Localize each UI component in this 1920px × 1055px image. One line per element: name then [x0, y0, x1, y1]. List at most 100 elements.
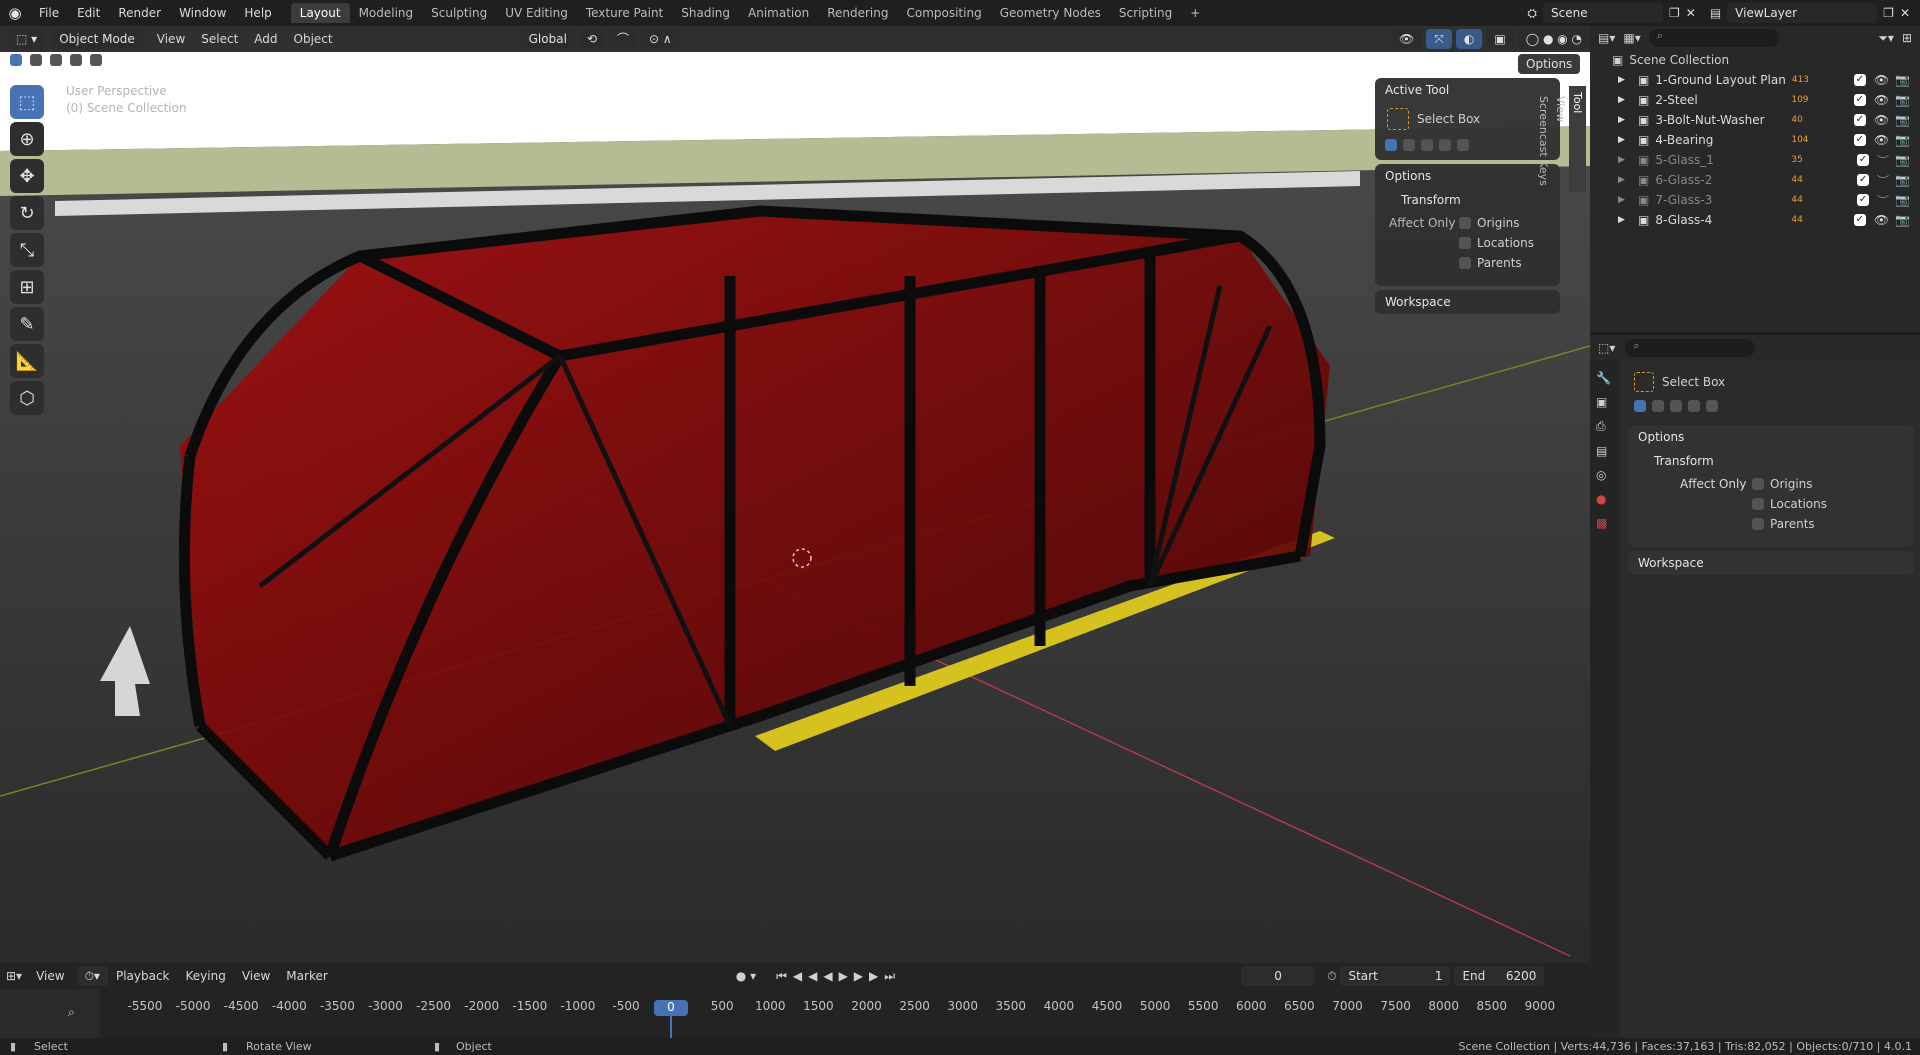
visibility-eye-icon[interactable]: ︶: [1877, 192, 1889, 209]
tab-rendering[interactable]: Rendering: [818, 3, 897, 23]
orientation-dropdown[interactable]: Global: [520, 29, 575, 49]
expand-arrow-icon[interactable]: ▶: [1618, 75, 1632, 85]
proportional-edit-icon[interactable]: ⊙ ∧: [640, 29, 680, 49]
scene-collection-row[interactable]: ▣ Scene Collection: [1590, 50, 1920, 70]
collection-name[interactable]: 1-Ground Layout Plan: [1655, 73, 1786, 87]
outliner-row[interactable]: ▶ ▣ 7-Glass-3 44 ✓ ︶ 📷: [1590, 190, 1920, 210]
menu-edit[interactable]: Edit: [68, 0, 109, 26]
scale-tool-icon[interactable]: ⤡: [10, 233, 44, 267]
tab-modeling[interactable]: Modeling: [350, 3, 423, 23]
render-camera-icon[interactable]: 📷: [1895, 73, 1910, 87]
props-mode-new-icon[interactable]: [1634, 400, 1646, 412]
collection-name[interactable]: 7-Glass-3: [1655, 193, 1785, 207]
render-tab-icon[interactable]: ▣: [1596, 395, 1614, 409]
props-locations-checkbox[interactable]: [1752, 498, 1764, 510]
npanel-tab-view[interactable]: View: [1552, 90, 1569, 192]
locations-checkbox[interactable]: [1459, 237, 1471, 249]
expand-arrow-icon[interactable]: ▶: [1618, 215, 1632, 225]
tab-geometry-nodes[interactable]: Geometry Nodes: [991, 3, 1110, 23]
tab-scripting[interactable]: Scripting: [1110, 3, 1181, 23]
exclude-checkbox[interactable]: ✓: [1853, 214, 1866, 226]
visibility-eye-icon[interactable]: 👁: [1874, 73, 1889, 87]
exclude-checkbox[interactable]: ✓: [1853, 74, 1866, 86]
pivot-icon[interactable]: ⟲: [578, 29, 605, 49]
gizmo-icon[interactable]: ⤧: [1426, 29, 1452, 49]
tab-animation[interactable]: Animation: [739, 3, 818, 23]
exclude-checkbox[interactable]: ✓: [1853, 114, 1866, 126]
output-tab-icon[interactable]: ⎙: [1596, 419, 1614, 434]
visibility-eye-icon[interactable]: 👁: [1874, 113, 1889, 127]
menu-help[interactable]: Help: [235, 0, 280, 26]
tab-shading[interactable]: Shading: [672, 3, 739, 23]
viewlayer-icon[interactable]: ▤: [1710, 6, 1721, 20]
render-camera-icon[interactable]: 📷: [1895, 153, 1910, 167]
view-layer-tab-icon[interactable]: ▤: [1596, 444, 1614, 458]
overlay-icon[interactable]: ◐: [1455, 29, 1483, 49]
expand-arrow-icon[interactable]: ▶: [1618, 115, 1632, 125]
props-mode-subtract-icon[interactable]: [1670, 400, 1682, 412]
exclude-checkbox[interactable]: ✓: [1853, 94, 1866, 106]
render-camera-icon[interactable]: 📷: [1895, 93, 1910, 107]
visibility-eye-icon[interactable]: 👁: [1874, 133, 1889, 147]
playhead-frame[interactable]: 0: [654, 1000, 688, 1016]
outliner-row[interactable]: ▶ ▣ 4-Bearing 104 ✓ 👁 📷: [1590, 130, 1920, 150]
display-mode-icon[interactable]: ▦▾: [1623, 31, 1640, 45]
world-tab-icon[interactable]: ●: [1596, 492, 1614, 506]
props-mode-extend-icon[interactable]: [1652, 400, 1664, 412]
npanel-tab-screencast[interactable]: Screencast Keys: [1535, 90, 1552, 192]
active-tool-header[interactable]: Active Tool: [1375, 78, 1560, 102]
menu-object[interactable]: Object: [286, 26, 341, 52]
np-mode-new-icon[interactable]: [1385, 139, 1397, 151]
props-mode-invert-icon[interactable]: [1688, 400, 1700, 412]
scene-tab-icon[interactable]: ◎: [1596, 468, 1614, 482]
tool-tab-icon[interactable]: 🔧: [1596, 371, 1614, 385]
menu-render[interactable]: Render: [109, 0, 170, 26]
tab-uv-editing[interactable]: UV Editing: [496, 3, 577, 23]
move-tool-icon[interactable]: ✥: [10, 159, 44, 193]
texture-tab-icon[interactable]: ▩: [1596, 516, 1614, 530]
tab-sculpting[interactable]: Sculpting: [422, 3, 496, 23]
np-mode-intersect-icon[interactable]: [1457, 139, 1469, 151]
collection-name[interactable]: 3-Bolt-Nut-Washer: [1655, 113, 1785, 127]
render-camera-icon[interactable]: 📷: [1895, 173, 1910, 187]
properties-editor-icon[interactable]: ⬚▾: [1598, 341, 1615, 355]
exclude-checkbox[interactable]: ✓: [1857, 154, 1870, 166]
menu-file[interactable]: File: [30, 0, 68, 26]
outliner-search-input[interactable]: ⌕: [1648, 29, 1779, 47]
select-extend-icon[interactable]: [30, 54, 42, 66]
transform-header[interactable]: Transform: [1375, 188, 1560, 212]
view-layer-field[interactable]: ViewLayer: [1727, 3, 1878, 23]
select-box-tool-icon[interactable]: ⬚: [10, 85, 44, 119]
menu-select[interactable]: Select: [193, 26, 246, 52]
tab-layout[interactable]: Layout: [290, 3, 350, 23]
expand-arrow-icon[interactable]: ▶: [1618, 195, 1632, 205]
select-new-icon[interactable]: [10, 54, 22, 66]
select-invert-icon[interactable]: [70, 54, 82, 66]
exclude-checkbox[interactable]: ✓: [1857, 174, 1870, 186]
cursor-tool-icon[interactable]: ⊕: [10, 122, 44, 156]
filter-icon[interactable]: ⏷▾: [1878, 31, 1894, 46]
shading-modes-icon[interactable]: ◯ ● ◉ ◔: [1517, 29, 1590, 49]
np-mode-extend-icon[interactable]: [1403, 139, 1415, 151]
render-camera-icon[interactable]: 📷: [1895, 113, 1910, 127]
select-subtract-icon[interactable]: [50, 54, 62, 66]
tab-compositing[interactable]: Compositing: [897, 3, 990, 23]
measure-tool-icon[interactable]: 📐: [10, 344, 44, 378]
collection-name[interactable]: 4-Bearing: [1655, 133, 1785, 147]
props-transform-header[interactable]: Transform: [1628, 449, 1914, 473]
menu-view[interactable]: View: [149, 26, 193, 52]
new-scene-icon[interactable]: ❐: [1669, 6, 1680, 20]
add-cube-tool-icon[interactable]: ⬡: [10, 381, 44, 415]
select-intersect-icon[interactable]: [90, 54, 102, 66]
outliner-row[interactable]: ▶ ▣ 5-Glass_1 35 ✓ ︶ 📷: [1590, 150, 1920, 170]
np-mode-subtract-icon[interactable]: [1421, 139, 1433, 151]
transform-tool-icon[interactable]: ⊞: [10, 270, 44, 304]
blender-logo-icon[interactable]: ◉: [0, 4, 30, 22]
expand-arrow-icon[interactable]: ▶: [1618, 155, 1632, 165]
delete-scene-icon[interactable]: ✕: [1686, 6, 1696, 20]
delete-viewlayer-icon[interactable]: ✕: [1900, 6, 1910, 20]
props-workspace-header[interactable]: Workspace: [1628, 551, 1914, 575]
visibility-eye-icon[interactable]: 👁: [1874, 213, 1889, 227]
workspace-header[interactable]: Workspace: [1375, 290, 1560, 314]
scene-field[interactable]: Scene: [1543, 3, 1663, 23]
